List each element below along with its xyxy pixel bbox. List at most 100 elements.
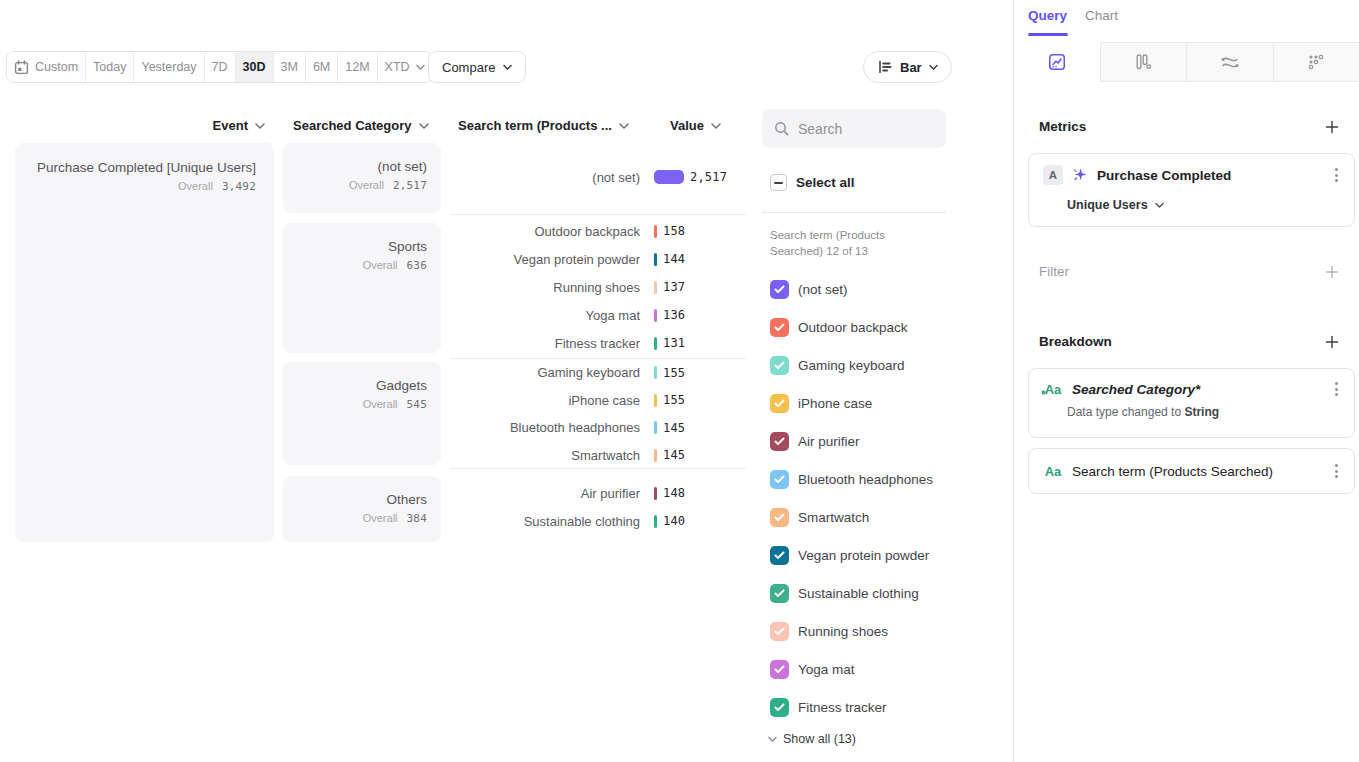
table-row-iphone-case[interactable]: iPhone case 155 [450,387,746,415]
range-3m-button[interactable]: 3M [274,52,306,82]
checkbox[interactable] [770,470,789,489]
table-row-bluetooth-headphones[interactable]: Bluetooth headphones 145 [450,414,746,442]
add-filter-button[interactable] [1324,264,1340,280]
chart-type-button[interactable]: Bar [863,51,952,83]
checkbox[interactable] [770,508,789,527]
filter-item-gaming-keyboard[interactable]: Gaming keyboard [770,346,946,384]
range-7d-button[interactable]: 7D [205,52,236,82]
filter-item-not-set[interactable]: (not set) [770,270,946,308]
checkbox[interactable] [770,584,789,603]
term-row-group: Gaming keyboard 155 iPhone case 155 Blue… [450,358,746,468]
table-row-not-set[interactable]: (not set) 2,517 [450,163,746,191]
event-card[interactable]: Purchase Completed [Unique Users] Overal… [15,143,274,542]
column-header-event[interactable]: Event [0,117,265,134]
category-card-gadgets[interactable]: Gadgets Overall545 [283,362,441,465]
range-today-button[interactable]: Today [86,52,134,82]
kebab-menu-icon[interactable] [1333,166,1340,184]
search-input[interactable] [798,121,918,137]
category-card-not-set[interactable]: (not set) Overall2,517 [283,143,441,213]
column-header-searched-category[interactable]: Searched Category [293,117,429,134]
select-all-checkbox[interactable] [770,174,787,191]
compare-button[interactable]: Compare [428,51,526,83]
filter-item-vegan-protein-powder[interactable]: Vegan protein powder [770,536,946,574]
range-30d-button[interactable]: 30D [236,52,274,82]
filter-item-bluetooth-headphones[interactable]: Bluetooth headphones [770,460,946,498]
checkbox[interactable] [770,622,789,641]
metric-counting-method[interactable]: Unique Users [1067,198,1148,212]
breakdown-name: Search term (Products Searched) [1072,464,1273,479]
event-label: Purchase Completed [Unique Users] [33,159,256,177]
table-row-smartwatch[interactable]: Smartwatch 145 [450,442,746,470]
breakdown-card[interactable]: Aa* Searched Category* Data type changed… [1028,368,1355,438]
range-xtd-button[interactable]: XTD [378,52,432,82]
table-row-outdoor-backpack[interactable]: Outdoor backpack 158 [450,217,746,245]
check-icon [774,513,785,522]
checkbox[interactable] [770,394,789,413]
report-tab-flows[interactable] [1186,42,1273,82]
filter-item-air-purifier[interactable]: Air purifier [770,422,946,460]
search-box[interactable] [762,109,946,148]
check-icon [774,361,785,370]
table-row-yoga-mat[interactable]: Yoga mat 136 [450,301,746,329]
breakdown-card[interactable]: Aa Search term (Products Searched) [1028,448,1355,494]
filter-item-label: Outdoor backpack [798,320,908,335]
checkbox[interactable] [770,698,789,717]
table-row-sustainable-clothing[interactable]: Sustainable clothing 140 [450,507,746,535]
divider [762,212,946,213]
overall-value: 3,492 [222,180,256,193]
range-12m-button[interactable]: 12M [338,52,377,82]
filter-item-running-shoes[interactable]: Running shoes [770,612,946,650]
range-yesterday-button[interactable]: Yesterday [134,52,204,82]
term-label: Smartwatch [450,448,640,463]
range-custom-button[interactable]: Custom [7,52,86,82]
value-bar [654,421,657,434]
table-row-air-purifier[interactable]: Air purifier 148 [450,479,746,507]
add-breakdown-button[interactable] [1324,334,1340,350]
filter-item-outdoor-backpack[interactable]: Outdoor backpack [770,308,946,346]
add-metric-button[interactable] [1324,119,1340,135]
report-tab-insights[interactable] [1014,42,1101,82]
checkbox[interactable] [770,280,789,299]
tab-chart[interactable]: Chart [1085,8,1118,23]
filter-item-label: Running shoes [798,624,888,639]
filter-item-smartwatch[interactable]: Smartwatch [770,498,946,536]
category-card-others[interactable]: Others Overall384 [283,476,441,542]
term-value: 144 [663,252,685,266]
term-value: 140 [663,514,685,528]
show-all-button[interactable]: Show all (13) [768,732,856,746]
checkbox[interactable] [770,432,789,451]
metric-card[interactable]: A Purchase Completed Unique Users [1028,153,1355,227]
filter-item-label: Gaming keyboard [798,358,905,373]
overall-label: Overall [178,180,213,192]
checkbox[interactable] [770,546,789,565]
filter-item-yoga-mat[interactable]: Yoga mat [770,650,946,688]
checkbox[interactable] [770,356,789,375]
tab-query[interactable]: Query [1028,8,1067,23]
table-row-fitness-tracker[interactable]: Fitness tracker 131 [450,329,746,357]
term-row-group: Air purifier 148 Sustainable clothing 14… [450,468,746,542]
value-bar [654,515,657,528]
chevron-down-icon [929,64,938,70]
filter-item-label: Yoga mat [798,662,855,677]
table-row-gaming-keyboard[interactable]: Gaming keyboard 155 [450,359,746,387]
select-all[interactable]: Select all [770,174,855,191]
column-header-value[interactable]: Value [670,117,721,134]
value-bar [654,253,657,266]
table-row-vegan-protein-powder[interactable]: Vegan protein powder 144 [450,245,746,273]
chevron-down-icon [255,123,265,129]
filter-item-fitness-tracker[interactable]: Fitness tracker [770,688,946,726]
report-tab-funnels[interactable] [1101,42,1187,82]
column-header-search-term[interactable]: Search term (Products ... [458,117,629,134]
checkbox[interactable] [770,318,789,337]
value-bar [654,366,657,379]
category-label: Sports [297,238,427,256]
kebab-menu-icon[interactable] [1333,380,1340,398]
checkbox[interactable] [770,660,789,679]
report-tab-retention[interactable] [1273,42,1359,82]
filter-item-sustainable-clothing[interactable]: Sustainable clothing [770,574,946,612]
range-6m-button[interactable]: 6M [306,52,338,82]
kebab-menu-icon[interactable] [1333,462,1340,480]
table-row-running-shoes[interactable]: Running shoes 137 [450,273,746,301]
filter-item-iphone-case[interactable]: iPhone case [770,384,946,422]
category-card-sports[interactable]: Sports Overall636 [283,223,441,353]
